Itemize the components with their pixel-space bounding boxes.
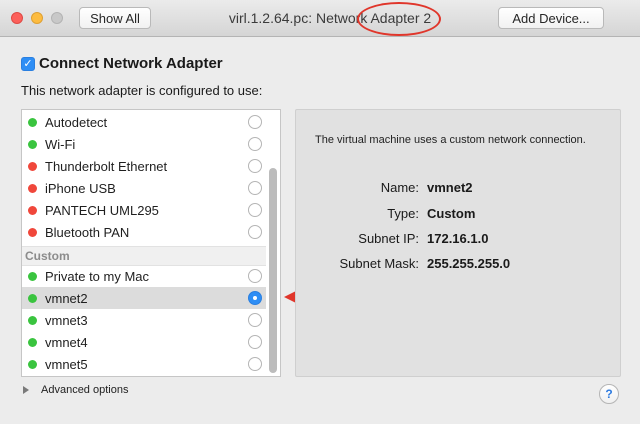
info-value: vmnet2 [427,180,473,195]
radio-button[interactable] [248,357,262,371]
annotation-ellipse [357,2,441,36]
list-item-pantech-uml295[interactable]: PANTECH UML295 [22,199,266,221]
disclosure-triangle-icon[interactable] [23,386,29,394]
add-device-button[interactable]: Add Device... [498,7,604,29]
list-item-label: Thunderbolt Ethernet [45,158,168,174]
adapter-info-panel: The virtual machine uses a custom networ… [295,109,621,377]
list-item-vmnet2[interactable]: vmnet2 [22,287,266,309]
status-green-icon [28,139,37,149]
radio-button[interactable] [248,159,262,173]
help-button[interactable]: ? [599,384,619,404]
status-red-icon [28,205,37,215]
list-item-label: Bluetooth PAN [45,224,130,240]
info-key: Type: [387,206,419,221]
info-row-subnet-ip: Subnet IP: 172.16.1.0 [296,231,622,249]
info-key: Subnet Mask: [339,256,420,271]
radio-button[interactable] [248,203,262,217]
status-green-icon [28,359,37,369]
list-item-label: Private to my Mac [45,268,150,284]
info-row-type: Type: Custom [296,206,622,224]
list-item-label: vmnet5 [45,356,88,372]
list-item-vmnet5[interactable]: vmnet5 [22,353,266,375]
list-item-label: Autodetect [45,114,108,130]
list-item-vmnet3[interactable]: vmnet3 [22,309,266,331]
advanced-options-toggle[interactable]: Advanced options [41,384,128,396]
list-item-label: vmnet4 [45,334,88,350]
adapter-list[interactable]: Autodetect Wi-Fi Thunderbolt Ethernet iP… [21,109,281,377]
radio-button[interactable] [248,313,262,327]
list-item-wifi[interactable]: Wi-Fi [22,133,266,155]
list-item-thunderbolt-ethernet[interactable]: Thunderbolt Ethernet [22,155,266,177]
list-item-label: PANTECH UML295 [45,202,159,218]
info-value: 255.255.255.0 [427,256,511,271]
list-item-bluetooth-pan[interactable]: Bluetooth PAN [22,221,266,243]
list-item-label: vmnet3 [45,312,88,328]
title-bar: Show All virl.1.2.64.pc: Network Adapter… [0,0,640,37]
list-item-private-to-my-mac[interactable]: Private to my Mac [22,265,266,287]
info-row-subnet-mask: Subnet Mask: 255.255.255.0 [296,256,622,274]
zoom-window-button[interactable] [51,12,63,24]
show-all-button[interactable]: Show All [79,7,151,29]
status-green-icon [28,271,37,281]
list-item-vmnet4[interactable]: vmnet4 [22,331,266,353]
status-green-icon [28,293,37,303]
info-value: 172.16.1.0 [427,231,489,246]
info-key: Name: [380,180,419,195]
adapter-config-subtitle: This network adapter is configured to us… [21,83,263,98]
radio-button[interactable] [248,181,262,195]
radio-button[interactable] [248,137,262,151]
close-window-button[interactable] [11,12,23,24]
radio-button[interactable] [248,115,262,129]
status-green-icon [28,315,37,325]
radio-button[interactable] [248,335,262,349]
info-value: Custom [427,206,476,221]
list-item-autodetect[interactable]: Autodetect [22,111,266,133]
list-item-iphone-usb[interactable]: iPhone USB [22,177,266,199]
list-item-label: vmnet2 [45,290,88,306]
status-green-icon [28,117,37,127]
status-red-icon [28,161,37,171]
list-item-label: Wi-Fi [45,136,76,152]
list-scrollbar[interactable] [269,168,277,373]
list-item-label: iPhone USB [45,180,116,196]
radio-button[interactable] [248,225,262,239]
status-green-icon [28,337,37,347]
info-key: Subnet IP: [358,231,419,246]
status-red-icon [28,227,37,237]
connect-network-adapter-label[interactable]: Connect Network Adapter [39,55,223,72]
connect-network-adapter-checkbox[interactable]: ✓ [21,57,35,71]
status-red-icon [28,183,37,193]
adapter-info-description: The virtual machine uses a custom networ… [315,134,586,146]
radio-button[interactable] [248,269,262,283]
section-header-custom: Custom [22,246,266,266]
radio-button-selected[interactable] [248,291,262,305]
info-row-name: Name: vmnet2 [296,180,622,198]
minimize-window-button[interactable] [31,12,43,24]
